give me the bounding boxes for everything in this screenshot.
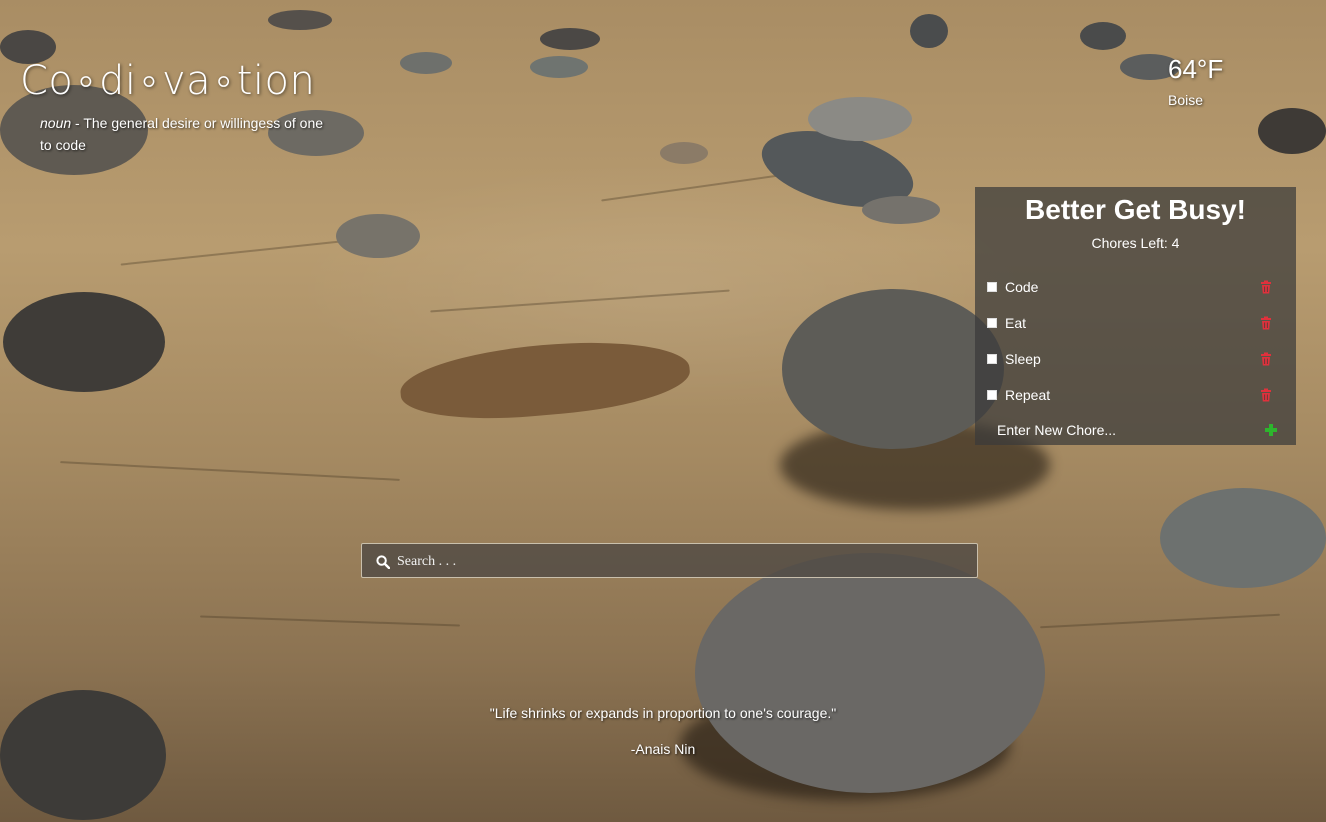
- todo-label: Code: [1005, 279, 1039, 295]
- todo-title: Better Get Busy!: [1025, 194, 1246, 225]
- word-definition: noun - The general desire or willingess …: [40, 112, 330, 156]
- new-chore-input[interactable]: [987, 419, 1257, 441]
- todo-label: Eat: [1005, 315, 1027, 331]
- part-of-speech: noun: [40, 115, 72, 131]
- todo-label: Repeat: [1005, 387, 1051, 403]
- search-icon: [376, 555, 390, 569]
- quote-block: "Life shrinks or expands in proportion t…: [0, 705, 1326, 757]
- new-chore-row: [975, 415, 1296, 445]
- todo-checkbox[interactable]: [987, 318, 997, 328]
- todo-checkbox[interactable]: [987, 354, 997, 364]
- todo-item: Eat: [975, 305, 1296, 341]
- todo-checkbox[interactable]: [987, 282, 997, 292]
- app-title: Co∘di∘va∘tion: [20, 58, 316, 104]
- trash-icon[interactable]: [1259, 388, 1273, 402]
- background-scene: Co∘di∘va∘tion noun - The general desire …: [0, 0, 1326, 822]
- todo-checkbox[interactable]: [987, 390, 997, 400]
- todo-panel: Better Get Busy! Chores Left: 4 Code Eat: [975, 187, 1296, 445]
- search-input[interactable]: [395, 550, 959, 574]
- trash-icon[interactable]: [1259, 280, 1273, 294]
- todo-label: Sleep: [1005, 351, 1041, 367]
- quote-author: -Anais Nin: [630, 741, 696, 757]
- todo-list: Code Eat Sleep Repeat: [975, 269, 1296, 413]
- todo-item: Code: [975, 269, 1296, 305]
- weather-temperature: 64°F: [1168, 54, 1224, 84]
- weather-city: Boise: [1168, 92, 1204, 108]
- trash-icon[interactable]: [1259, 316, 1273, 330]
- weather-widget: 64°F Boise: [1168, 52, 1223, 108]
- todo-item: Sleep: [975, 341, 1296, 377]
- todo-item: Repeat: [975, 377, 1296, 413]
- brand-block: Co∘di∘va∘tion noun - The general desire …: [20, 56, 330, 156]
- search-bar: [361, 543, 978, 578]
- plus-icon[interactable]: [1264, 423, 1278, 437]
- definition-text: - The general desire or willingess of on…: [40, 115, 324, 153]
- quote-text: "Life shrinks or expands in proportion t…: [489, 705, 837, 721]
- todo-count: Chores Left: 4: [1091, 235, 1180, 251]
- trash-icon[interactable]: [1259, 352, 1273, 366]
